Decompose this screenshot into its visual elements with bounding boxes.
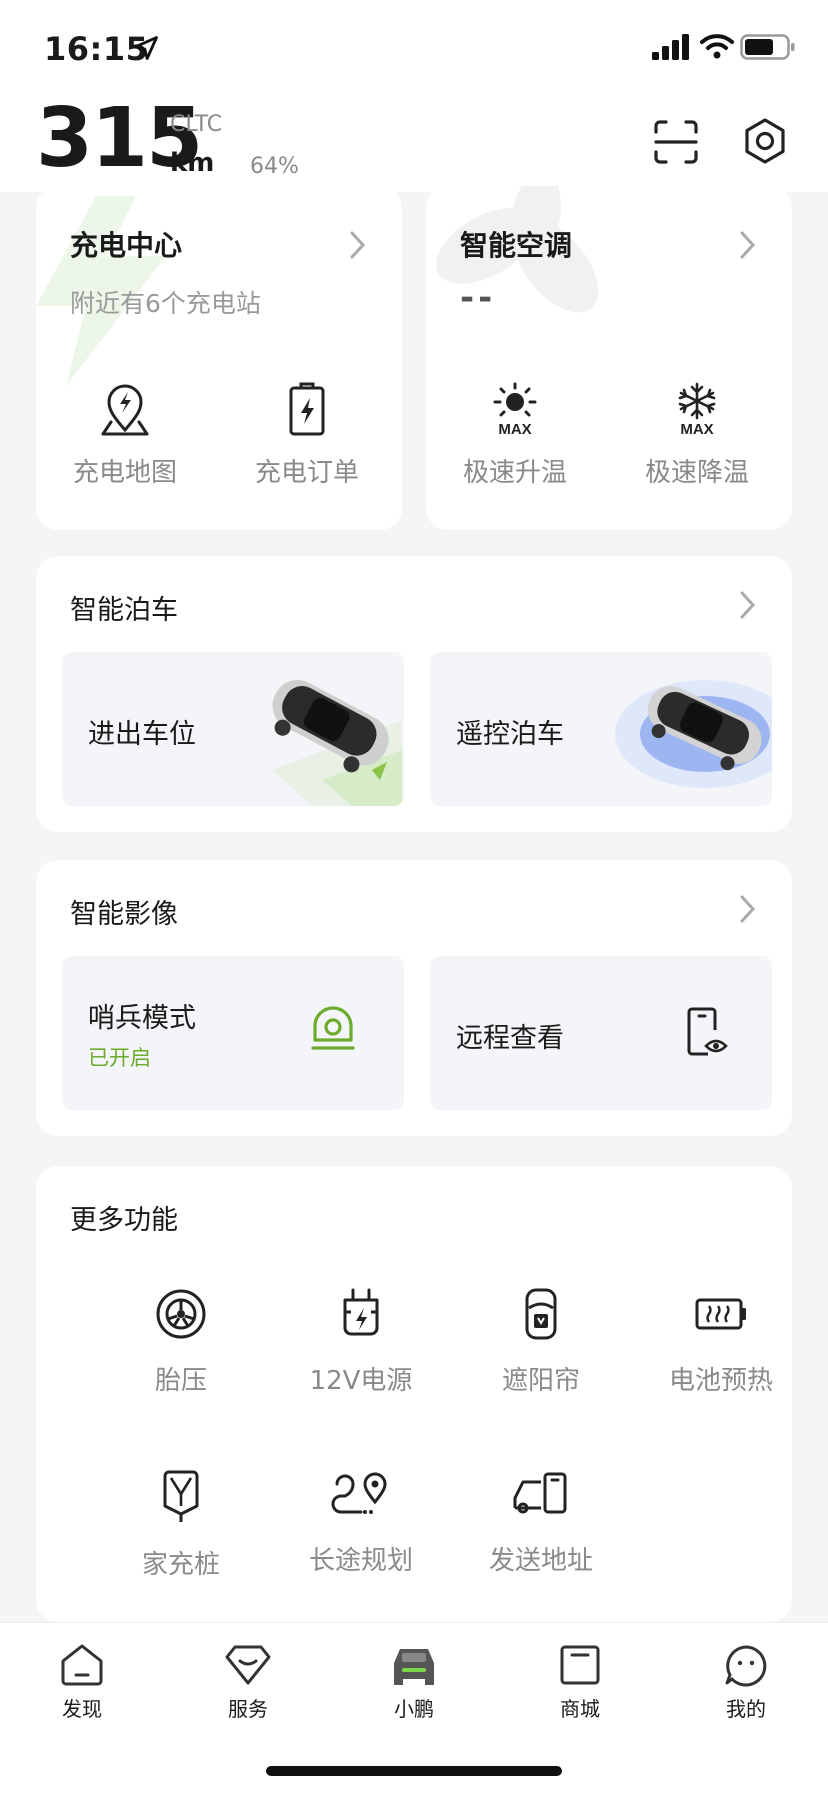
tab-xpeng[interactable]: 小鹏 [354,1643,474,1722]
smart-imaging-card: 智能影像 哨兵模式 已开启 远程查看 [36,860,792,1136]
sentry-mode-tile[interactable]: 哨兵模式 已开启 [62,956,404,1110]
battery-percent: 64% [250,154,299,179]
12v-power-button[interactable]: 12V电源 [271,1288,451,1397]
chevron-right-icon[interactable] [738,894,758,924]
tab-service[interactable]: 服务 [188,1643,308,1722]
sentry-camera-icon [311,1006,355,1050]
charging-subtitle: 附近有6个充电站 [70,289,261,318]
fan-watermark [436,186,599,313]
status-bar: 16:15 [0,0,828,100]
charging-map-icon [101,384,149,436]
car-icon [394,1649,434,1685]
settings-icon[interactable] [740,116,790,166]
sentry-mode-label: 哨兵模式 [88,1003,196,1034]
smart-climate-card[interactable]: 智能空调 -- MAX 极速升温 MAX 极速降温 [426,186,792,530]
tab-store-label: 商城 [560,1697,600,1721]
car-parking-image [272,679,402,806]
sun-max-icon: MAX [493,382,537,438]
sunshade-button[interactable]: 遮阳帘 [451,1288,631,1397]
tab-discover[interactable]: 发现 [22,1643,142,1722]
fast-heating-label: 极速升温 [462,458,567,488]
remote-parking-label: 遥控泊车 [456,719,564,750]
range-standard: CLTC [170,112,223,137]
top-bar: 16:15 315 CLTC km 64% [0,0,828,192]
car-remote-image [615,680,772,788]
remote-view-label: 远程查看 [456,1023,564,1054]
park-in-out-tile[interactable]: 进出车位 [62,652,404,806]
tab-xpeng-label: 小鹏 [394,1697,434,1721]
remote-view-tile[interactable]: 远程查看 [430,956,772,1110]
snowflake-max-icon: MAX [678,382,716,438]
tire-pressure-label: 胎压 [154,1366,207,1396]
store-icon [560,1645,600,1685]
charging-order-label: 充电订单 [254,458,359,488]
wifi-icon [700,34,734,59]
smart-parking-card: 智能泊车 进出车位 遥控泊车 [36,556,792,832]
remote-parking-tile[interactable]: 遥控泊车 [430,652,772,806]
climate-temperature-value: -- [460,278,497,318]
more-functions-title: 更多功能 [70,1205,178,1236]
charging-map-label: 充电地图 [72,458,177,488]
sunshade-icon [525,1288,557,1340]
tab-discover-label: 发现 [62,1697,102,1721]
chevron-right-icon[interactable] [738,590,758,620]
12v-power-label: 12V电源 [309,1366,413,1396]
more-functions-card: 更多功能 胎压 12V电源 遮阳帘 电池预热 家充桩 长途规划 发送地址 [36,1166,792,1622]
long-trip-label: 长途规划 [308,1546,413,1576]
smart-parking-title: 智能泊车 [70,595,178,626]
chevron-right-icon [350,231,366,259]
battery-heat-icon [695,1298,746,1330]
discover-icon [61,1644,103,1686]
location-arrow-icon [134,36,158,60]
charging-order-icon [289,382,325,436]
heat-max-text: MAX [498,421,531,438]
charging-center-card[interactable]: 充电中心 附近有6个充电站 充电地图 充电订单 [36,186,402,530]
home-charger-button[interactable]: 家充桩 [91,1468,271,1581]
cool-max-text: MAX [680,421,713,438]
fast-heating-button[interactable]: MAX 极速升温 [440,382,590,489]
cellular-signal-icon [652,34,689,60]
tab-store[interactable]: 商城 [520,1643,640,1722]
range-unit: km [170,148,215,178]
fast-cooling-button[interactable]: MAX 极速降温 [622,382,772,489]
profile-icon [725,1645,767,1687]
fast-cooling-label: 极速降温 [644,458,749,488]
smart-imaging-title: 智能影像 [70,899,178,930]
plug-icon [343,1288,379,1336]
service-icon [225,1645,271,1685]
charging-order-button[interactable]: 充电订单 [232,382,382,489]
sentry-mode-status: 已开启 [88,1046,151,1070]
tab-service-label: 服务 [228,1697,268,1721]
park-in-out-label: 进出车位 [88,719,196,750]
home-charger-label: 家充桩 [141,1550,220,1580]
chevron-right-icon [740,231,756,259]
home-charger-icon [163,1470,199,1522]
charging-map-button[interactable]: 充电地图 [50,382,200,489]
phone-view-icon [687,1007,728,1056]
battery-icon [740,34,795,60]
tire-icon [156,1289,206,1339]
scan-icon[interactable] [652,118,700,166]
battery-preheat-label: 电池预热 [668,1366,773,1396]
home-indicator[interactable] [266,1766,562,1776]
send-address-button[interactable]: 发送地址 [451,1468,631,1577]
send-address-icon [513,1472,567,1514]
tab-profile[interactable]: 我的 [686,1643,806,1722]
sunshade-label: 遮阳帘 [501,1366,580,1396]
route-icon [331,1472,387,1514]
long-trip-button[interactable]: 长途规划 [271,1468,451,1577]
send-address-label: 发送地址 [488,1546,593,1576]
charging-center-title: 充电中心 [70,229,183,262]
battery-preheat-button[interactable]: 电池预热 [631,1288,792,1397]
tire-pressure-button[interactable]: 胎压 [91,1288,271,1397]
tab-profile-label: 我的 [726,1697,766,1721]
smart-climate-title: 智能空调 [460,229,573,262]
